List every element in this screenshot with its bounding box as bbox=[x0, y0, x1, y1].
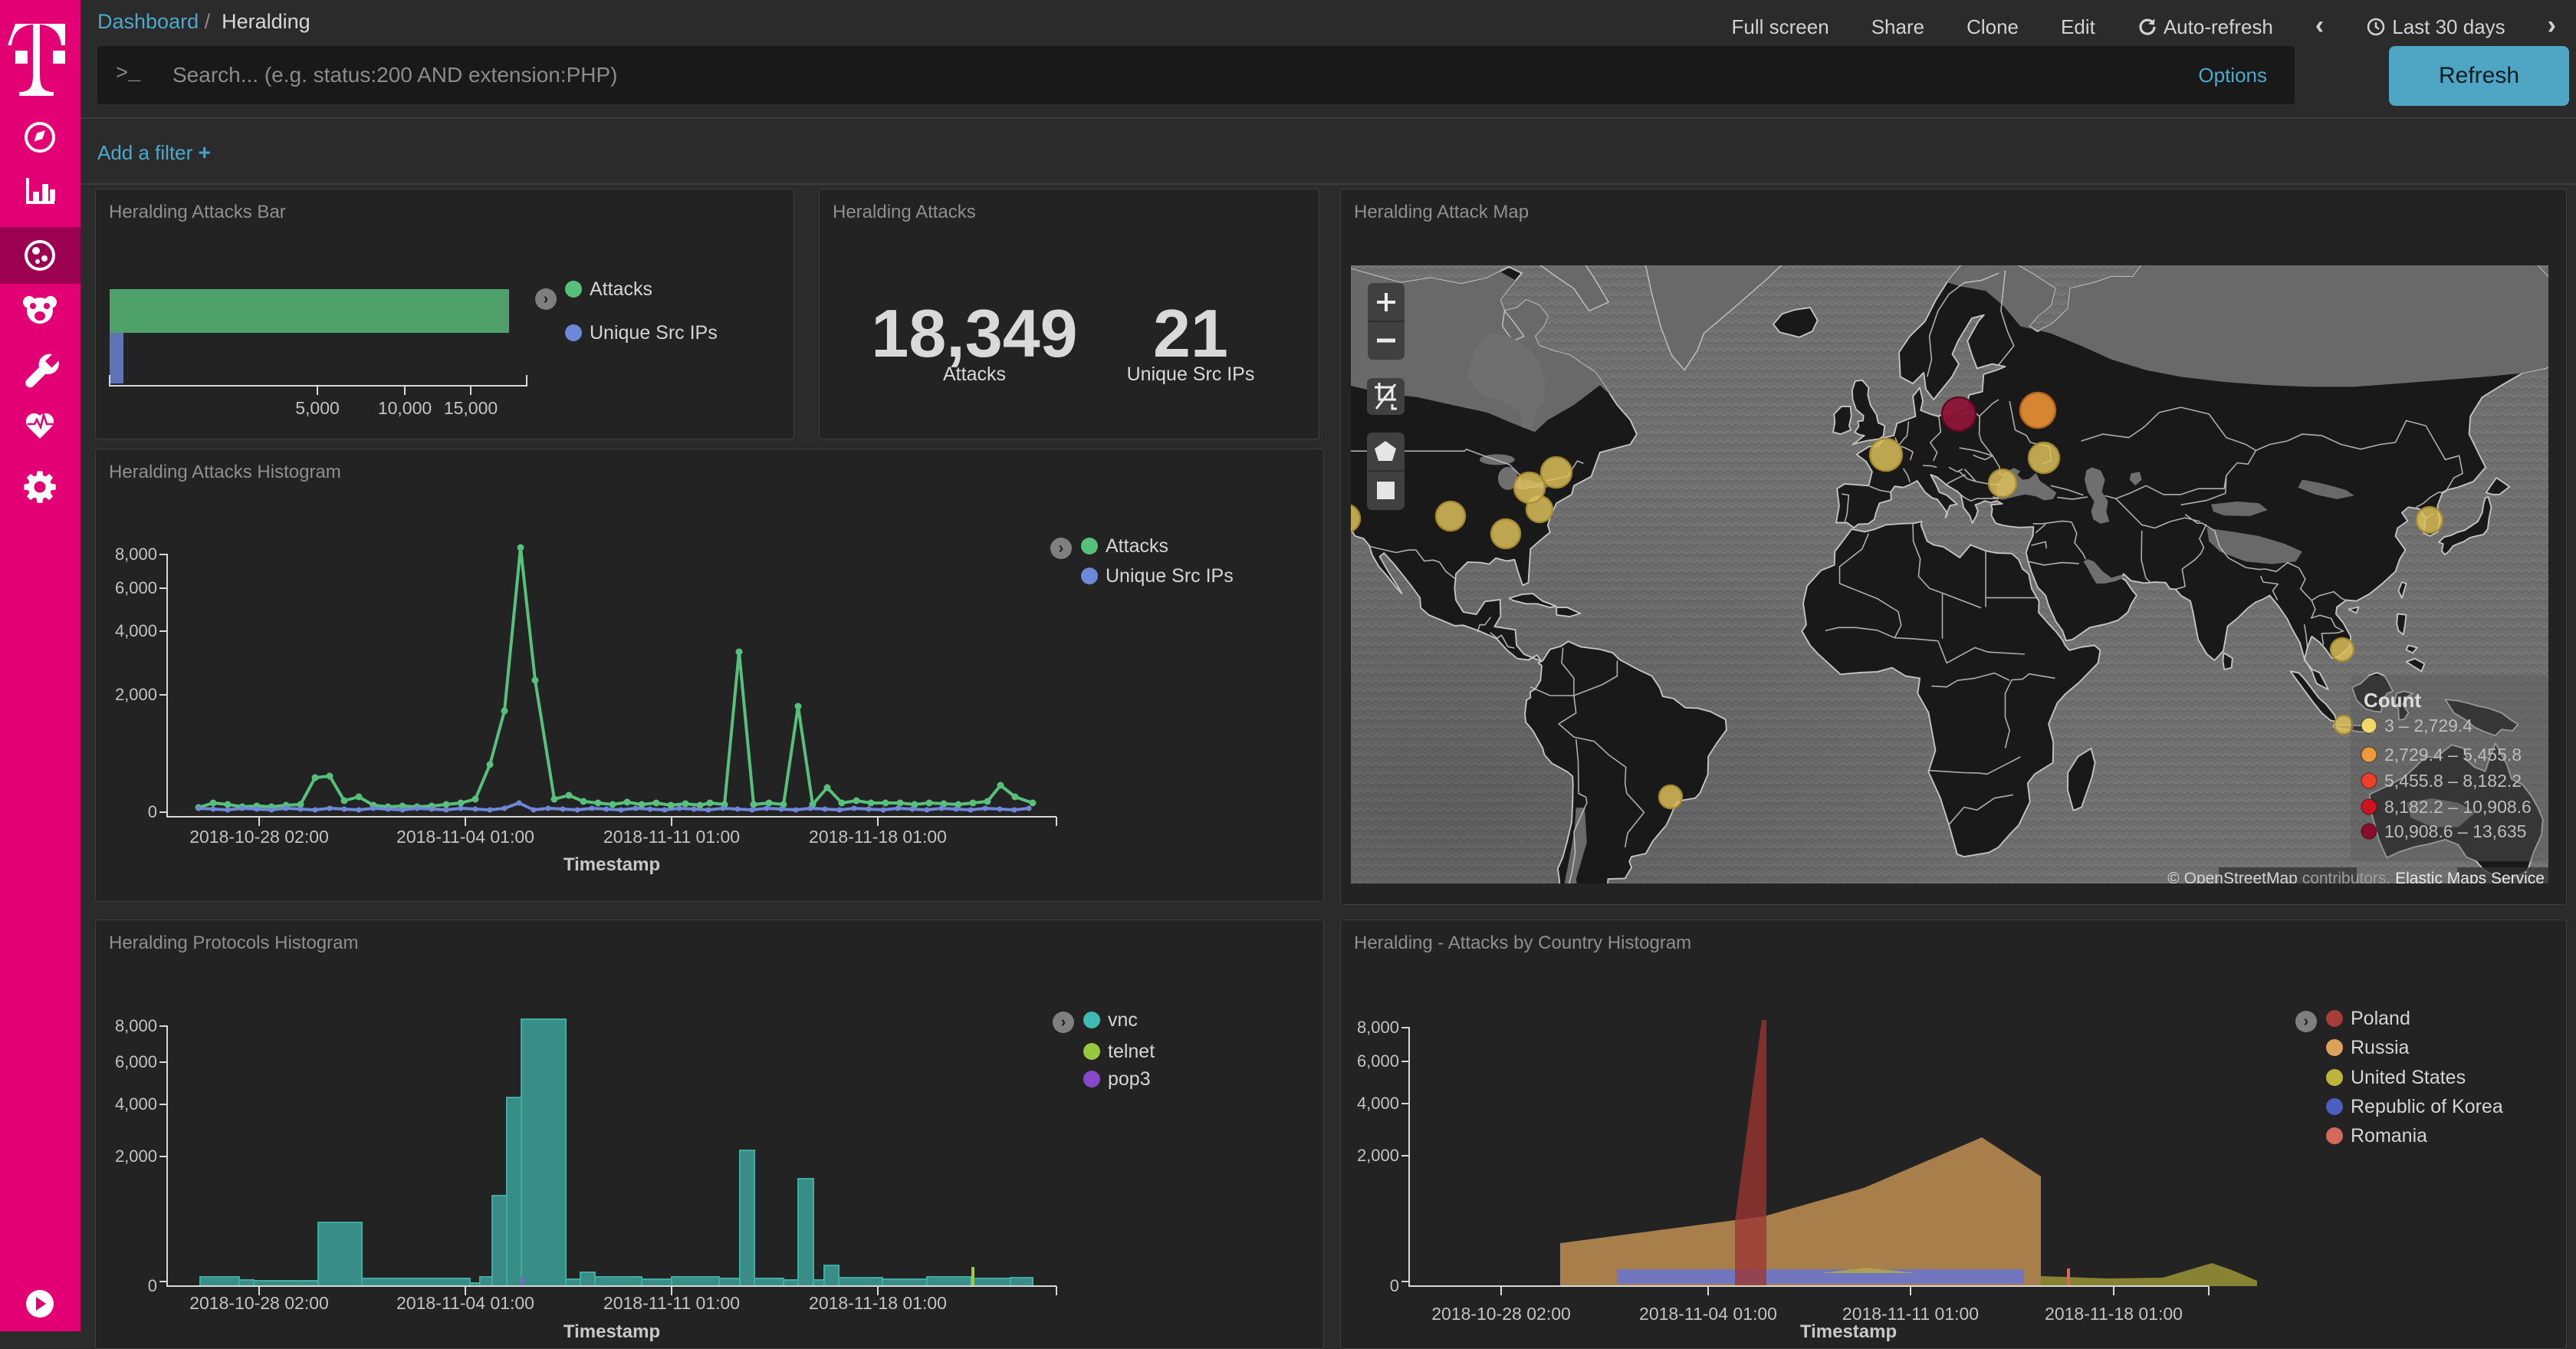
svg-text:2,729.4 – 5,455.8: 2,729.4 – 5,455.8 bbox=[2384, 745, 2522, 765]
svg-text:Count: Count bbox=[2364, 689, 2421, 712]
svg-text:10,908.6 – 13,635: 10,908.6 – 13,635 bbox=[2384, 821, 2526, 841]
svg-text:© OpenStreetMap contributors,: © OpenStreetMap contributors, Elastic Ma… bbox=[2167, 870, 2545, 887]
svg-text:5,455.8 – 8,182.2: 5,455.8 – 8,182.2 bbox=[2384, 771, 2522, 791]
svg-text:3 – 2,729.4: 3 – 2,729.4 bbox=[2384, 716, 2472, 735]
svg-text:8,182.2 – 10,908.6: 8,182.2 – 10,908.6 bbox=[2384, 797, 2532, 817]
